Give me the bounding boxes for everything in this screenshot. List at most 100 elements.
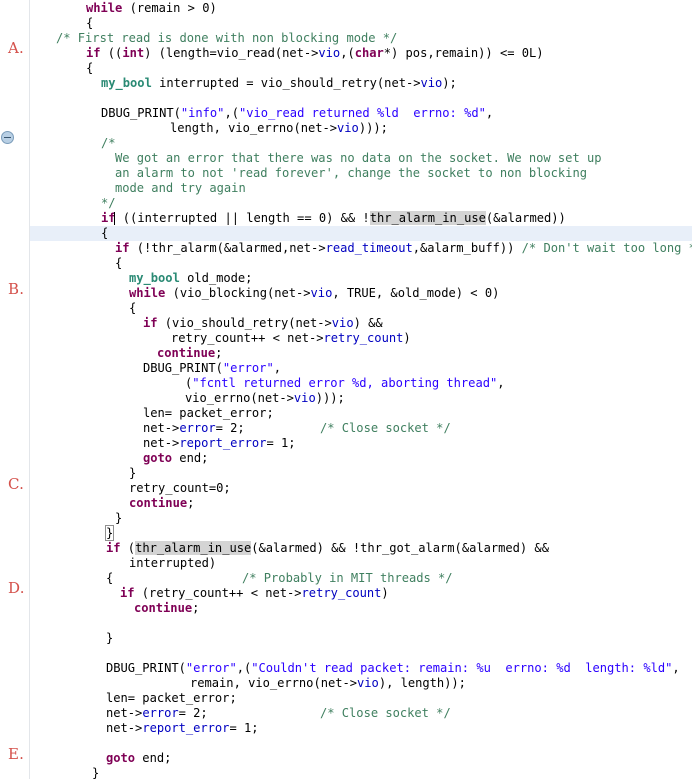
code-token-cmt: /* — [101, 136, 116, 150]
code-line[interactable]: /* — [30, 136, 116, 151]
code-line[interactable]: retry_count=0; — [30, 481, 231, 496]
code-token-kw: continue — [157, 346, 216, 360]
code-line[interactable] — [30, 91, 101, 106]
code-token-typ: my_bool — [101, 76, 152, 90]
code-line[interactable] — [30, 736, 106, 751]
code-line[interactable]: DBUG_PRINT("info",("vio_read returned %l… — [30, 106, 493, 121]
code-token-mem: retry_count — [301, 586, 382, 600]
code-line[interactable]: We got an error that there was no data o… — [30, 151, 602, 166]
code-line[interactable]: my_bool old_mode; — [30, 271, 252, 286]
code-token-pln: { — [86, 16, 94, 30]
code-token-cmt: /* Probably in MIT threads */ — [242, 571, 453, 585]
code-line[interactable]: ("fcntl returned error %d, aborting thre… — [30, 376, 505, 391]
code-line[interactable]: length, vio_errno(net->vio))); — [30, 121, 388, 136]
annotation-label-a: A. — [8, 39, 25, 57]
code-token-pln: ,( — [236, 661, 252, 675]
code-line[interactable]: an alarm to not 'read forever', change t… — [30, 166, 587, 181]
code-token-brace: } — [104, 525, 115, 541]
code-line[interactable]: vio_errno(net->vio))); — [30, 391, 345, 406]
annotation-label-d: D. — [8, 579, 25, 597]
code-token-cmt: We got an error that there was no data o… — [115, 151, 602, 165]
code-line[interactable]: interrupted) — [30, 556, 216, 571]
code-token-pln: } — [92, 766, 100, 780]
code-token-pln: = — [266, 436, 281, 450]
code-token-pln: { — [129, 301, 137, 315]
code-line[interactable]: goto end; — [30, 751, 171, 766]
code-surface[interactable]: while (remain > 0){/* First read is done… — [30, 0, 692, 780]
code-line[interactable]: len= packet_error; — [30, 691, 237, 706]
code-line[interactable]: continue; — [30, 601, 199, 616]
code-line[interactable]: remain, vio_errno(net->vio), length)); — [30, 676, 466, 691]
code-line[interactable]: while (remain > 0) — [30, 1, 217, 16]
code-line[interactable] — [30, 616, 134, 631]
code-editor[interactable]: A. B. C. D. E. while (remain > 0){/* First r… — [0, 0, 692, 780]
code-line[interactable]: { — [30, 226, 108, 241]
code-token-mem: vio — [318, 46, 341, 60]
code-line[interactable]: { — [30, 16, 93, 31]
code-token-pln: vio_errno(net-> — [185, 391, 294, 405]
code-token-pln: old_mode; — [179, 271, 253, 285]
code-token-occ: thr_alarm_in_use — [135, 541, 252, 555]
code-line[interactable]: DBUG_PRINT("error",("Couldn't read packe… — [30, 661, 680, 676]
code-line[interactable]: { — [30, 301, 136, 316]
code-token-pln: { — [86, 61, 94, 75]
code-token-str: "error" — [222, 361, 274, 375]
code-line[interactable]: net->report_error= 1; — [30, 436, 296, 451]
code-line[interactable]: continue; — [30, 496, 194, 511]
code-line[interactable]: if (!thr_alarm(&alarmed,net->read_timeou… — [30, 241, 692, 256]
code-line[interactable]: if (retry_count++ < net->retry_count) — [30, 586, 389, 601]
code-token-pln: len= packet_error; — [106, 691, 237, 705]
code-line[interactable]: my_bool interrupted = vio_should_retry(n… — [30, 76, 457, 91]
code-line[interactable]: } — [30, 525, 115, 541]
code-token-pln: DBUG_PRINT( — [106, 661, 186, 675]
code-line[interactable]: len= packet_error; — [30, 406, 274, 421]
code-token-pln: , — [497, 376, 505, 390]
code-line[interactable]: { — [30, 61, 93, 76]
code-token-pln: retry_count++ < net-> — [171, 331, 324, 345]
code-token-pln: ,&alarm_buff)) — [412, 241, 522, 255]
code-token-mem: report_error — [142, 721, 230, 735]
code-line[interactable]: { — [30, 256, 122, 271]
code-line[interactable]: while (vio_blocking(net->vio, TRUE, &old… — [30, 286, 499, 301]
code-token-cmt: /* Don't wait too long */ — [521, 241, 692, 255]
code-token-pln: ) — [492, 286, 500, 300]
code-token-pln: retry_count= — [129, 481, 217, 495]
code-token-pln: end; — [135, 751, 172, 765]
code-token-cmt: */ — [101, 196, 116, 210]
code-line[interactable]: if (thr_alarm_in_use(&alarmed) && !thr_g… — [30, 541, 549, 556]
code-token-kw: continue — [129, 496, 188, 510]
code-line[interactable]: if ((int) (length=vio_read(net->vio,(cha… — [30, 46, 544, 61]
code-token-pln: ), length)); — [378, 676, 466, 690]
code-token-pln: ) — [209, 1, 217, 15]
code-token-pln: (( — [100, 46, 123, 60]
code-token-pln: 0 — [484, 286, 493, 300]
code-token-cmt: /* First read is done with non blocking … — [56, 31, 398, 45]
code-line[interactable]: retry_count++ < net->retry_count) — [30, 331, 411, 346]
code-token-cmt: mode and try again — [115, 181, 246, 195]
code-token-pln: net-> — [143, 436, 180, 450]
code-line[interactable]: continue; — [30, 346, 222, 361]
code-line[interactable]: net->report_error= 1; — [30, 721, 259, 736]
code-token-kw: goto — [106, 751, 136, 765]
code-token-pln: DBUG_PRINT( — [143, 361, 223, 375]
code-token-kw: while — [86, 1, 123, 15]
code-line[interactable]: } — [30, 511, 122, 526]
code-line[interactable]: } — [30, 466, 136, 481]
code-token-mem: vio — [293, 391, 316, 405]
code-token-kw: char — [354, 46, 384, 60]
code-line[interactable]: } — [30, 631, 113, 646]
code-line[interactable]: */ — [30, 196, 116, 211]
code-token-pln: = — [229, 721, 244, 735]
code-line[interactable]: goto end; — [30, 451, 208, 466]
code-line[interactable]: DBUG_PRINT("error", — [30, 361, 281, 376]
fold-collapse-icon[interactable] — [1, 131, 14, 144]
code-token-pln: ; — [288, 436, 296, 450]
code-line[interactable] — [30, 646, 106, 661]
code-line[interactable]: /* First read is done with non blocking … — [30, 31, 397, 46]
code-line[interactable]: mode and try again — [30, 181, 246, 196]
code-line[interactable]: if (vio_should_retry(net->vio) && — [30, 316, 383, 331]
code-line[interactable]: if ((interrupted || length == 0) && !thr… — [30, 211, 566, 226]
annotation-label-b: B. — [8, 280, 25, 298]
annotation-label-e: E. — [8, 745, 25, 763]
current-line-highlight — [30, 226, 692, 241]
